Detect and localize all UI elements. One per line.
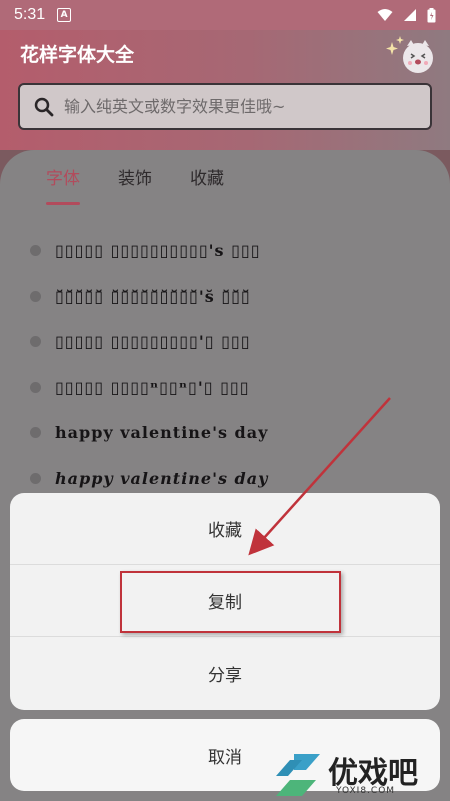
bullet-dot	[30, 336, 41, 348]
watermark-logo-icon	[276, 754, 320, 796]
font-preview-text: happy valentine's day	[55, 468, 269, 488]
battery-icon	[427, 7, 436, 22]
tab-decorations[interactable]: 装饰	[118, 164, 152, 205]
font-preview-text: ▯▯▯▯▯ ▯▯▯▯▯▯▯▯▯▯'s ▯▯▯	[55, 241, 261, 261]
bullet-dot	[30, 381, 41, 393]
mascot-icon	[386, 36, 433, 73]
tab-bar: 字体 装饰 收藏	[46, 164, 224, 205]
watermark-domain: YOXI8.COM	[336, 786, 396, 796]
font-preview-text: ▯̆▯̆▯̆▯̆▯̆ ▯̆▯̆▯̆▯̆▯̆▯̆▯̆▯̆▯̆'s̆ ▯̆▯̆▯̆	[55, 286, 251, 306]
list-item[interactable]: happy valentine's day	[30, 410, 430, 456]
list-item[interactable]: ▯▯▯▯▯ ▯▯▯▯ⁿ▯▯ⁿ▯'▯ ▯▯▯	[30, 365, 430, 411]
font-preview-text: ▯▯▯▯▯ ▯▯▯▯▯▯▯▯▯'▯ ▯▯▯	[55, 332, 251, 352]
list-item[interactable]: ▯▯▯▯▯ ▯▯▯▯▯▯▯▯▯'▯ ▯▯▯	[30, 319, 430, 365]
watermark-logo: 优戏吧 YOXI8.COM	[272, 750, 444, 800]
tab-fonts[interactable]: 字体	[46, 164, 80, 205]
search-bar[interactable]	[18, 83, 432, 130]
font-preview-text: happy valentine's day	[55, 423, 269, 443]
bullet-dot	[30, 290, 41, 302]
bullet-dot	[30, 472, 41, 484]
notification-icon: A	[57, 8, 72, 22]
search-icon	[34, 97, 54, 116]
share-button[interactable]: 分享	[10, 637, 440, 709]
font-style-list: ▯▯▯▯▯ ▯▯▯▯▯▯▯▯▯▯'s ▯▯▯ ▯̆▯̆▯̆▯̆▯̆ ▯̆▯̆▯̆…	[30, 228, 430, 501]
wifi-icon	[377, 9, 393, 21]
action-sheet: 收藏 复制 分享	[10, 493, 440, 710]
list-item[interactable]: ▯̆▯̆▯̆▯̆▯̆ ▯̆▯̆▯̆▯̆▯̆▯̆▯̆▯̆▯̆'s̆ ▯̆▯̆▯̆	[30, 274, 430, 320]
header: 花样字体大全	[0, 30, 450, 150]
app-title: 花样字体大全	[20, 44, 135, 66]
favorite-button[interactable]: 收藏	[10, 493, 440, 565]
font-preview-text: ▯▯▯▯▯ ▯▯▯▯ⁿ▯▯ⁿ▯'▯ ▯▯▯	[55, 377, 250, 397]
status-bar: 5:31 A	[0, 0, 450, 30]
list-item[interactable]: ▯▯▯▯▯ ▯▯▯▯▯▯▯▯▯▯'s ▯▯▯	[30, 228, 430, 274]
tab-favorites[interactable]: 收藏	[190, 164, 224, 205]
bullet-dot	[30, 245, 41, 257]
search-input[interactable]	[64, 97, 424, 116]
status-time: 5:31	[14, 6, 46, 23]
signal-icon	[404, 9, 416, 21]
bullet-dot	[30, 427, 41, 439]
copy-button[interactable]: 复制	[10, 565, 440, 637]
